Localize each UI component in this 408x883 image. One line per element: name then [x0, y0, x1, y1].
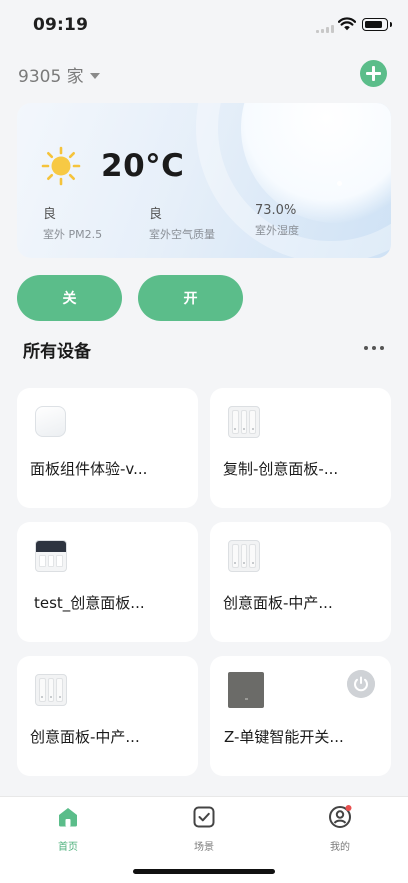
device-card[interactable]: 面板组件体验-v...	[17, 388, 198, 508]
device-card[interactable]: test_创意面板...	[17, 522, 198, 642]
device-name: test_创意面板...	[34, 594, 145, 612]
metric-label: 室外空气质量	[149, 228, 215, 241]
cube-panel-icon	[35, 406, 66, 437]
battery-icon	[362, 18, 392, 31]
triple-switch-icon	[228, 406, 260, 438]
device-name: 复制-创意面板-...	[223, 460, 339, 478]
metric-value: 73.0%	[255, 203, 297, 218]
caret-down-icon	[89, 72, 100, 79]
tab-scenes[interactable]: 场景	[174, 805, 234, 853]
device-card[interactable]: Z-单键智能开关...	[210, 656, 391, 776]
tab-label: 场景	[194, 842, 214, 853]
status-bar: 09:19	[0, 0, 408, 50]
tab-label: 我的	[330, 842, 350, 853]
device-name: 面板组件体验-v...	[30, 460, 148, 478]
device-card[interactable]: 复制-创意面板-...	[210, 388, 391, 508]
tab-label: 首页	[58, 842, 78, 853]
home-name-label: 9305 家	[18, 67, 84, 87]
metric-value: 良	[43, 207, 57, 222]
profile-icon	[329, 805, 352, 828]
triple-switch-icon	[228, 540, 260, 572]
sun-icon	[41, 146, 81, 186]
metric-value: 良	[149, 207, 163, 222]
metric-humidity: 73.0% 室外湿度	[255, 203, 299, 238]
on-button[interactable]: 开	[138, 275, 243, 321]
device-name: Z-单键智能开关...	[224, 728, 344, 746]
screen-panel-icon	[35, 540, 67, 572]
temperature: 20°C	[101, 148, 185, 184]
power-icon[interactable]	[347, 670, 375, 698]
device-card[interactable]: 创意面板-中产...	[17, 656, 198, 776]
device-name: 创意面板-中产...	[30, 728, 140, 746]
tab-profile[interactable]: 我的	[310, 805, 370, 853]
device-card[interactable]: 创意面板-中产...	[210, 522, 391, 642]
triple-switch-icon	[35, 674, 67, 706]
status-time: 09:19	[33, 15, 89, 35]
section-title: 所有设备	[23, 342, 91, 362]
notification-badge	[345, 805, 352, 811]
scene-check-icon	[193, 806, 215, 828]
metric-label: 室外 PM2.5	[43, 228, 103, 241]
tab-home[interactable]: 首页	[38, 805, 98, 853]
home-icon	[59, 808, 77, 827]
metric-label: 室外湿度	[255, 224, 299, 237]
home-indicator	[133, 869, 275, 874]
plus-circle-icon[interactable]	[360, 60, 387, 87]
metric-air-quality: 良 室外空气质量	[149, 203, 215, 242]
off-button[interactable]: 关	[17, 275, 122, 321]
dark-switch-icon	[228, 672, 264, 708]
metric-pm25: 良 室外 PM2.5	[43, 203, 102, 242]
wifi-icon	[338, 17, 356, 31]
cellular-signal-icon	[316, 25, 334, 33]
weather-card: 20°C 良 室外 PM2.5 良 室外空气质量 73.0% 室外湿度	[17, 103, 391, 258]
home-selector[interactable]: 9305 家	[18, 62, 100, 87]
device-name: 创意面板-中产...	[223, 594, 333, 612]
more-dots-icon[interactable]	[364, 346, 384, 350]
